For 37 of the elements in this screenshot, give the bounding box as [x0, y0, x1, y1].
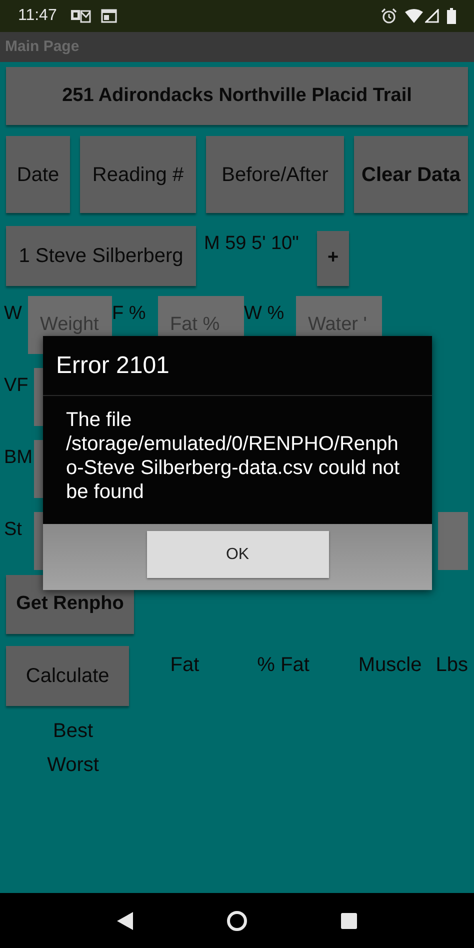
recents-icon[interactable] — [341, 912, 358, 928]
column-header: Muscle — [358, 653, 422, 678]
field-label: F % — [112, 302, 147, 326]
toolbar-button[interactable]: Before/After — [206, 136, 344, 213]
input-field[interactable] — [34, 512, 43, 570]
dialog-message: The file /storage/emulated/0/RENPHO/Renpho-Steve Silberberg-data.csv could not be found — [66, 408, 401, 504]
input-field[interactable] — [438, 512, 468, 570]
field-label: W — [4, 302, 23, 326]
column-header: Lbs — [436, 653, 468, 678]
status-time: 11:47 — [18, 6, 57, 26]
toolbar-button[interactable]: Clear Data — [354, 136, 468, 213]
field-label: BM — [4, 446, 34, 470]
alarm-icon — [381, 8, 397, 24]
row-label: Best — [52, 719, 94, 744]
home-icon[interactable] — [226, 910, 248, 932]
ok-button[interactable]: OK — [146, 531, 328, 578]
toolbar-button[interactable]: Date — [6, 136, 70, 213]
field-label: VF — [4, 374, 30, 398]
row-label: Worst — [47, 753, 99, 778]
column-header: % Fat — [257, 653, 310, 678]
column-header: Fat — [170, 653, 200, 678]
wifi-icon — [405, 9, 423, 23]
add-button[interactable]: + — [317, 231, 349, 286]
calculate-button[interactable]: Calculate — [6, 646, 130, 706]
mail-icon — [70, 9, 91, 23]
battery-icon — [447, 8, 456, 24]
field-label: W % — [244, 302, 286, 326]
back-icon[interactable] — [116, 912, 133, 930]
calendar-icon — [100, 9, 117, 23]
profile-info: M 59 5' 10" — [204, 232, 300, 256]
input-field[interactable] — [34, 368, 43, 426]
field-label: St — [4, 518, 23, 542]
trail-button[interactable]: 251 Adirondacks Northville Placid Trail — [6, 67, 468, 125]
toolbar-button[interactable]: Reading # — [80, 136, 196, 213]
signal-icon — [425, 9, 439, 23]
user-button[interactable]: 1 Steve Silberberg — [6, 226, 196, 286]
input-field[interactable] — [34, 440, 43, 498]
